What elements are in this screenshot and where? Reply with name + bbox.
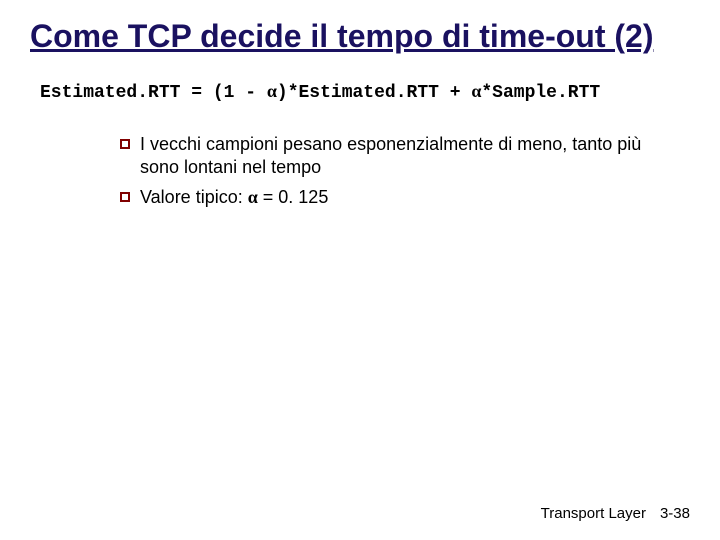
bullet-marker-icon — [120, 192, 130, 202]
bullet-suffix: = 0. 125 — [258, 187, 329, 207]
alpha-symbol: α — [267, 81, 277, 101]
bullet-marker-icon — [120, 139, 130, 149]
list-item: I vecchi campioni pesano esponenzialment… — [120, 133, 650, 180]
footer-label: Transport Layer — [541, 505, 646, 522]
alpha-symbol: α — [471, 81, 481, 101]
formula: Estimated.RTT = (1 - α)*Estimated.RTT + … — [40, 81, 690, 103]
bullet-text: I vecchi campioni pesano esponenzialment… — [140, 133, 650, 180]
slide-title: Come TCP decide il tempo di time-out (2) — [30, 18, 690, 55]
alpha-symbol: α — [248, 187, 258, 207]
bullet-text: Valore tipico: α = 0. 125 — [140, 186, 650, 209]
formula-part1: Estimated.RTT = (1 - — [40, 83, 267, 103]
footer-page: 3-38 — [660, 505, 690, 522]
list-item: Valore tipico: α = 0. 125 — [120, 186, 650, 209]
formula-part3: *Sample.RTT — [481, 83, 600, 103]
bullet-prefix: Valore tipico: — [140, 187, 248, 207]
formula-part2: )*Estimated.RTT + — [277, 83, 471, 103]
bullet-list: I vecchi campioni pesano esponenzialment… — [120, 133, 650, 209]
slide-footer: Transport Layer 3-38 — [541, 505, 690, 522]
